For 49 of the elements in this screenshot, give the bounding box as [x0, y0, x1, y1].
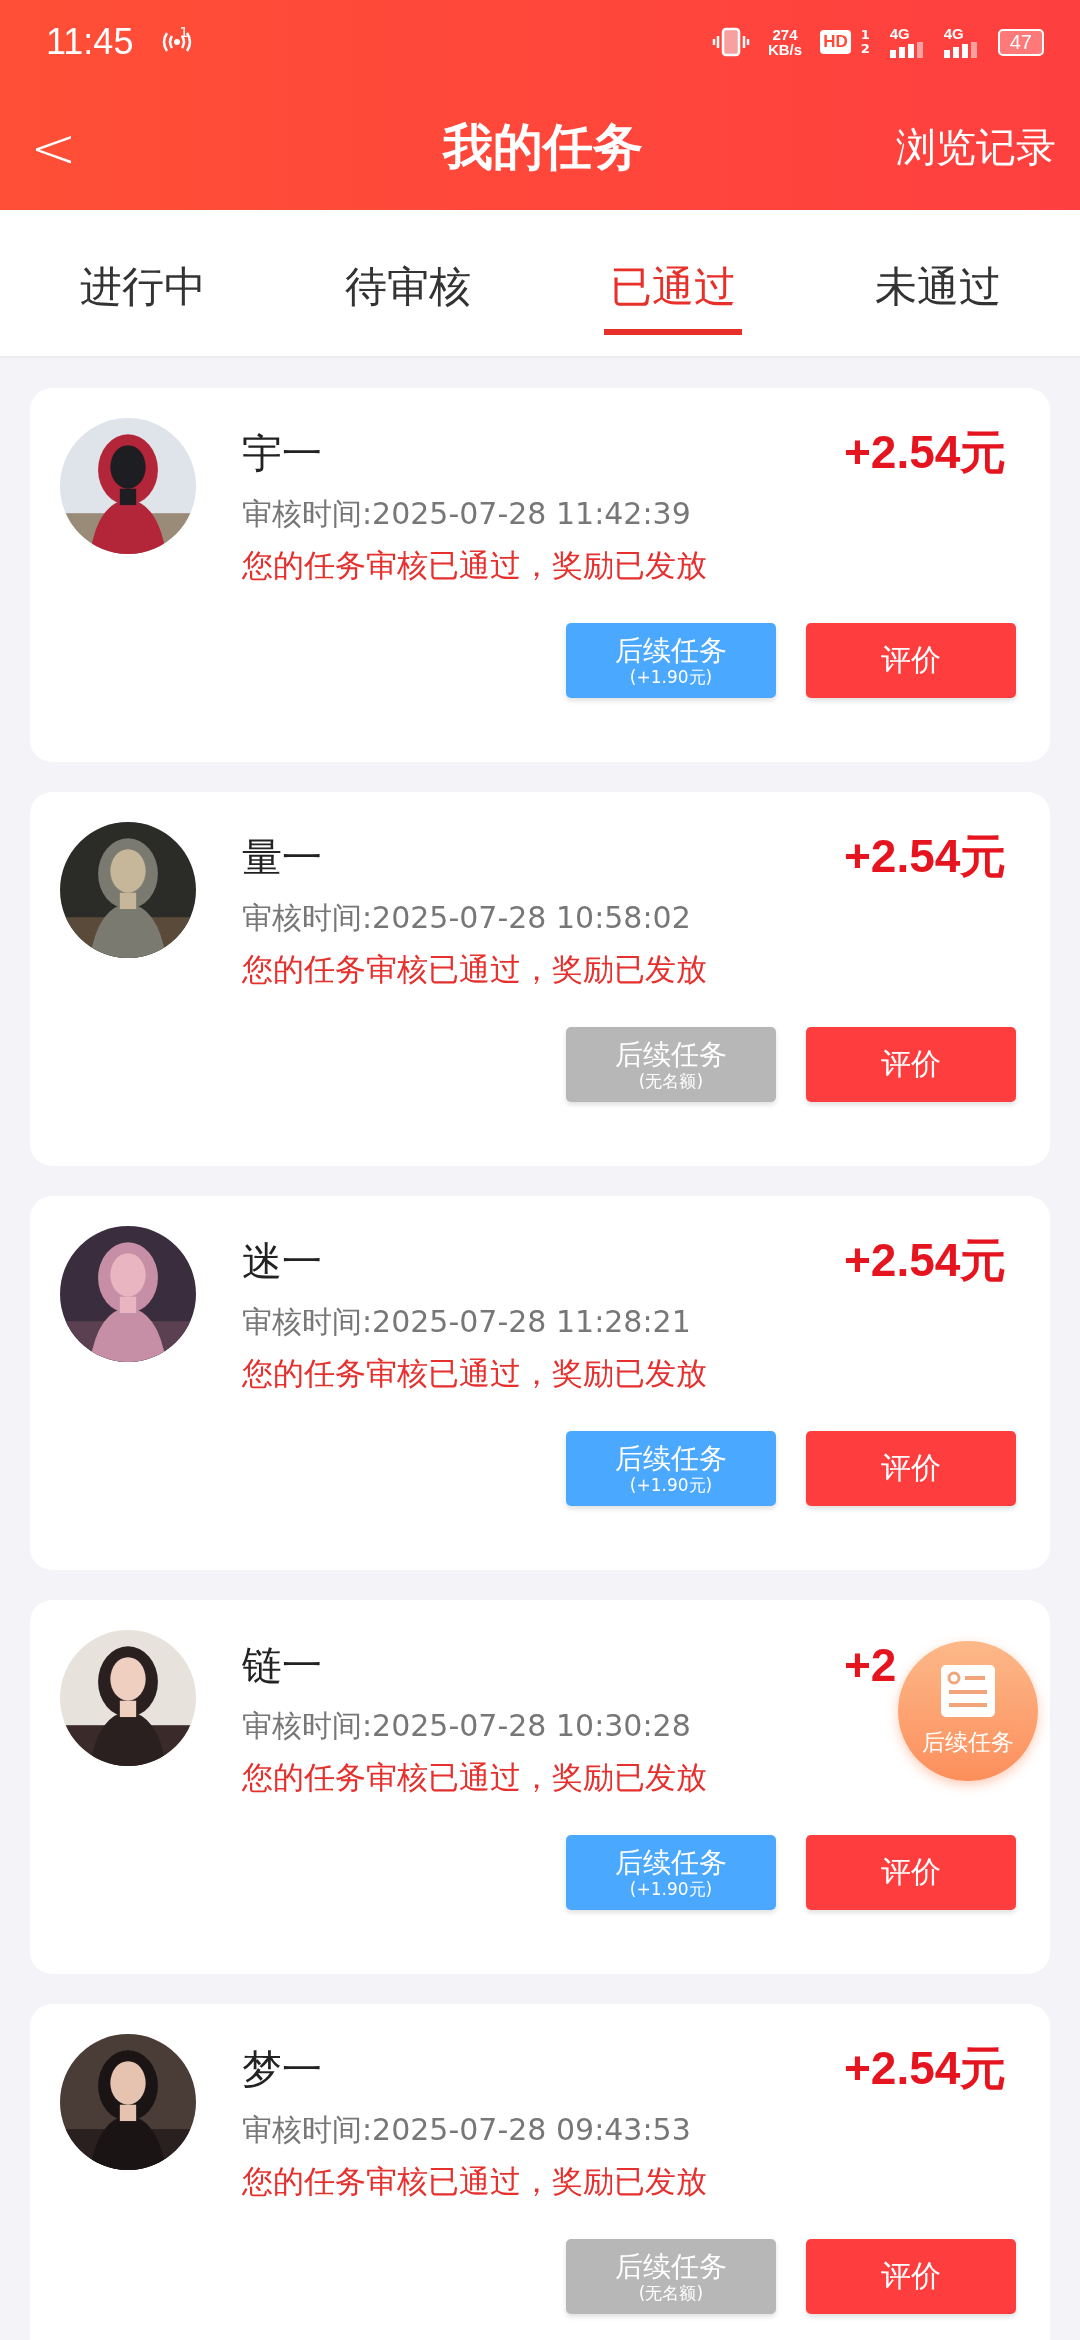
review-time: 审核时间:2025-07-28 09:43:53 — [242, 2111, 691, 2149]
signal-icon — [889, 42, 924, 58]
review-button[interactable]: 评价 — [806, 2239, 1016, 2314]
review-button[interactable]: 评价 — [806, 1027, 1016, 1102]
status-message: 您的任务审核已通过，奖励已发放 — [242, 1354, 707, 1393]
followup-button[interactable]: 后续任务 (+1.90元) — [566, 1835, 776, 1910]
task-name: 量一 — [242, 832, 322, 882]
network-speed: 274 — [772, 27, 798, 42]
review-button[interactable]: 评价 — [806, 623, 1016, 698]
review-time: 审核时间:2025-07-28 10:30:28 — [242, 1707, 691, 1745]
review-button[interactable]: 评价 — [806, 1835, 1016, 1910]
review-time: 审核时间:2025-07-28 11:42:39 — [242, 495, 691, 533]
sim-number: 2 — [860, 42, 870, 56]
review-time: 审核时间:2025-07-28 10:58:02 — [242, 899, 691, 937]
signal-icon — [943, 42, 978, 58]
battery-indicator: 47 — [997, 28, 1044, 56]
network-type: 4G — [943, 26, 964, 42]
sim-number: 1 — [860, 28, 870, 42]
task-name: 梦一 — [242, 2044, 322, 2094]
document-icon — [941, 1664, 995, 1717]
page-title: 我的任务 — [443, 116, 643, 178]
review-button[interactable]: 评价 — [806, 1431, 1016, 1506]
task-name: 链一 — [242, 1640, 322, 1690]
review-time: 审核时间:2025-07-28 11:28:21 — [242, 1303, 691, 1341]
vibrate-icon — [711, 27, 750, 57]
tab[interactable]: 待审核 — [338, 239, 477, 335]
tab[interactable]: 进行中 — [73, 239, 212, 335]
reward-amount: +2.54元 — [844, 1233, 1007, 1288]
task-name: 迷一 — [242, 1236, 322, 1286]
status-message: 您的任务审核已通过，奖励已发放 — [242, 1758, 707, 1797]
tab[interactable]: 已通过 — [603, 239, 742, 335]
status-message: 您的任务审核已通过，奖励已发放 — [242, 950, 707, 989]
reward-amount: +2.54元 — [844, 425, 1007, 480]
back-button[interactable]: < — [30, 114, 77, 180]
hd-badge: HD — [820, 30, 851, 54]
tab[interactable]: 未通过 — [868, 239, 1007, 335]
history-link[interactable]: 浏览记录 — [896, 119, 1056, 175]
status-message: 您的任务审核已通过，奖励已发放 — [242, 546, 707, 585]
followup-button[interactable]: 后续任务 (+1.90元) — [566, 1431, 776, 1506]
speed-unit: KB/s — [767, 42, 803, 57]
network-type: 4G — [889, 26, 910, 42]
reward-amount: +2.54元 — [844, 2041, 1007, 2096]
status-message: 您的任务审核已通过，奖励已发放 — [242, 2162, 707, 2201]
followup-button[interactable]: 后续任务 (+1.90元) — [566, 623, 776, 698]
hotspot-count: 1 — [179, 24, 189, 40]
task-name: 宇一 — [242, 428, 322, 478]
status-time: 11:45 — [46, 21, 134, 63]
reward-amount: +2 — [844, 1638, 897, 1692]
reward-amount: +2.54元 — [844, 829, 1007, 884]
